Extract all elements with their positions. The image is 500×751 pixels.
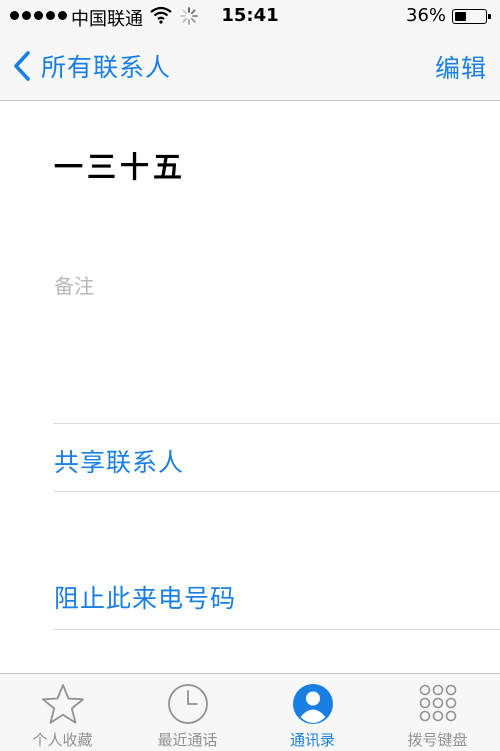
tab-label: 个人收藏 xyxy=(32,731,93,749)
back-button-label: 所有联系人 xyxy=(41,53,172,82)
divider xyxy=(53,629,500,630)
battery-nub xyxy=(488,14,491,19)
clock-icon xyxy=(167,684,208,724)
tab-contacts[interactable]: 通讯录 xyxy=(250,674,375,751)
keypad-icon xyxy=(419,684,456,722)
tab-favorites[interactable]: 个人收藏 xyxy=(0,674,125,751)
battery-percentage: 36% xyxy=(406,5,447,26)
tab-label: 拨号键盘 xyxy=(407,731,468,749)
star-icon xyxy=(41,684,84,724)
block-caller-button[interactable]: 阻止此来电号码 xyxy=(54,579,236,615)
share-contact-button[interactable]: 共享联系人 xyxy=(54,443,184,479)
status-bar: 中国联通 15:41 36% xyxy=(0,0,500,34)
tab-label: 最近通话 xyxy=(157,731,218,749)
edit-button[interactable]: 编辑 xyxy=(435,49,487,85)
back-button[interactable]: 所有联系人 xyxy=(12,48,171,84)
tab-keypad[interactable]: 拨号键盘 xyxy=(375,674,500,751)
tab-bar: 个人收藏 最近通话 通讯录 拨号键盘 xyxy=(0,673,500,751)
contacts-icon xyxy=(292,684,333,724)
divider xyxy=(53,491,500,492)
battery-icon xyxy=(452,9,491,24)
tab-label: 通讯录 xyxy=(289,731,335,749)
chevron-left-icon xyxy=(14,51,30,81)
battery-fill xyxy=(455,12,466,21)
tab-recents[interactable]: 最近通话 xyxy=(125,674,250,751)
divider xyxy=(53,423,500,424)
contact-name: 一三十五 xyxy=(54,150,187,184)
notes-field[interactable]: 备注 xyxy=(54,270,94,299)
navigation-bar: 所有联系人 编辑 xyxy=(0,34,500,100)
top-bar: 中国联通 15:41 36% 所有联系人 编辑 xyxy=(0,0,500,101)
